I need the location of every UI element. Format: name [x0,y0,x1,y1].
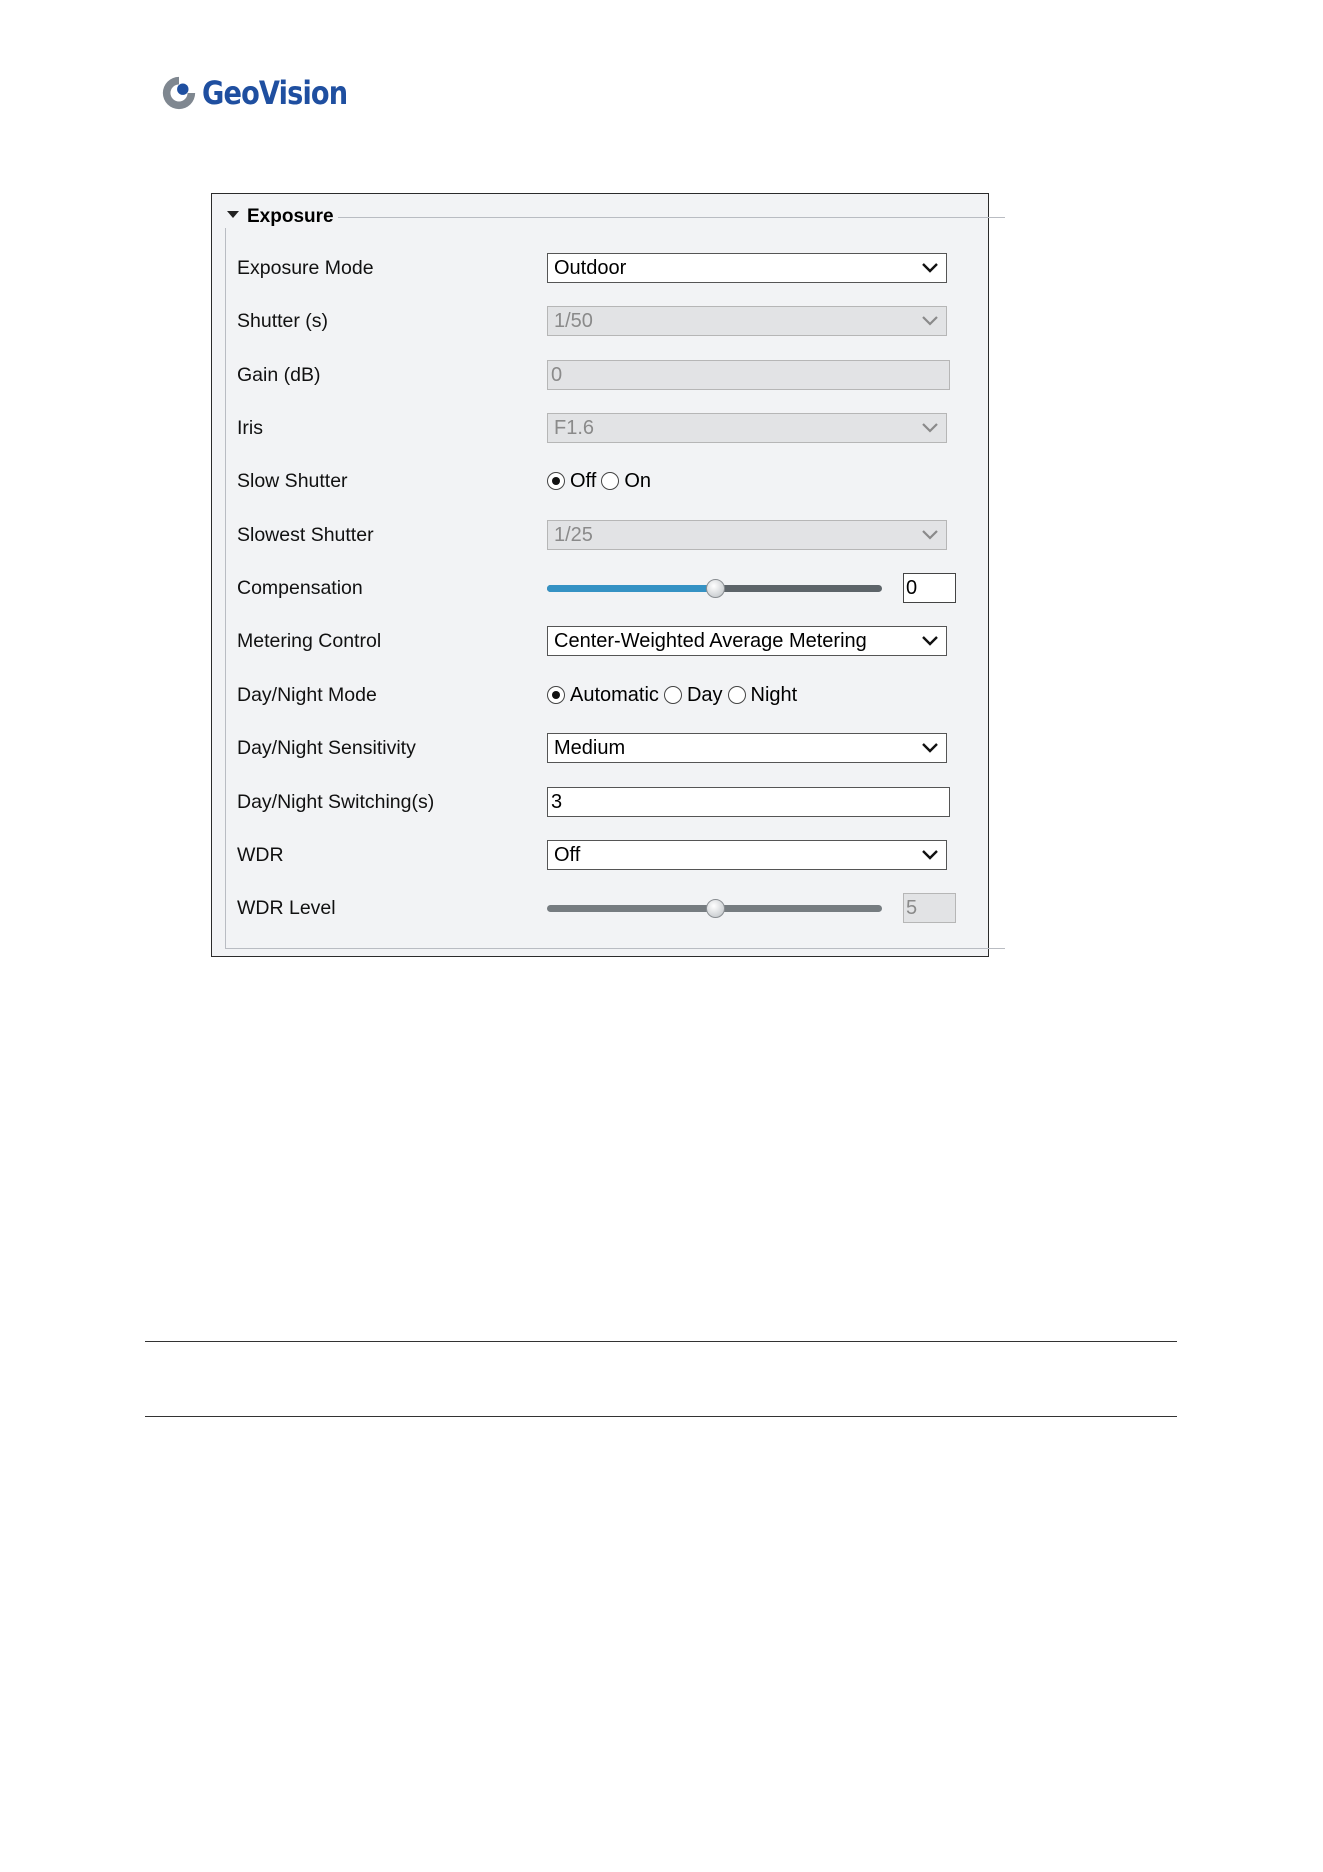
compensation-slider[interactable] [547,579,882,598]
slowest-shutter-value: 1/25 [554,524,593,546]
wdr-level-row: WDR Level 5 [237,893,977,925]
day-night-automatic-radio[interactable] [547,686,565,704]
iris-select: F1.6 [547,413,947,443]
wdr-level-label: WDR Level [237,897,336,919]
chevron-down-icon [922,530,938,540]
day-night-day-label[interactable]: Day [687,684,723,707]
day-night-mode-label: Day/Night Mode [237,684,377,706]
shutter-row: Shutter (s) 1/50 [237,306,977,338]
wdr-value: Off [554,844,581,866]
gain-input: 0 [547,360,950,390]
footer-divider-bottom [145,1416,1177,1417]
chevron-down-icon [922,636,938,646]
gain-label: Gain (dB) [237,364,321,386]
wdr-select[interactable]: Off [547,840,947,870]
exposure-mode-select[interactable]: Outdoor [547,253,947,283]
shutter-value: 1/50 [554,310,593,332]
slowest-shutter-label: Slowest Shutter [237,524,374,546]
wdr-row: WDR Off [237,840,977,872]
brand-name: GeoVision [202,74,348,112]
day-night-sensitivity-row: Day/Night Sensitivity Medium [237,733,977,765]
compensation-slider-thumb[interactable] [705,579,725,598]
metering-control-value: Center-Weighted Average Metering [554,630,867,652]
caret-down-icon[interactable] [227,210,239,218]
slow-shutter-radio-group: Off On [547,466,656,496]
exposure-settings-panel: Exposure Exposure Mode Outdoor Shutter (… [211,193,1005,957]
wdr-level-input: 5 [903,893,956,923]
day-night-sensitivity-value: Medium [554,737,626,759]
day-night-night-label[interactable]: Night [751,684,798,707]
day-night-switching-input[interactable]: 3 [547,787,950,817]
day-night-night-radio[interactable] [727,686,746,704]
day-night-sensitivity-label: Day/Night Sensitivity [237,737,416,759]
day-night-switching-label: Day/Night Switching(s) [237,791,435,813]
day-night-mode-row: Day/Night Mode Automatic Day Night [237,680,977,712]
slowest-shutter-row: Slowest Shutter 1/25 [237,520,977,552]
shutter-label: Shutter (s) [237,310,329,332]
footer-divider-top [145,1341,1177,1342]
day-night-automatic-label[interactable]: Automatic [570,684,659,707]
exposure-section-header[interactable]: Exposure [225,206,338,228]
wdr-level-slider-thumb [705,899,725,918]
iris-row: Iris F1.6 [237,413,977,445]
geovision-logo: GeoVision [160,68,373,118]
iris-label: Iris [237,417,263,439]
compensation-row: Compensation 0 [237,573,977,605]
shutter-select: 1/50 [547,306,947,336]
chevron-down-icon [922,316,938,326]
metering-control-select[interactable]: Center-Weighted Average Metering [547,626,947,656]
day-night-day-radio[interactable] [663,686,682,704]
compensation-label: Compensation [237,577,363,599]
chevron-down-icon [922,423,938,433]
chevron-down-icon [922,850,938,860]
compensation-slider-fill [547,585,715,592]
slow-shutter-on-label[interactable]: On [624,470,651,493]
slow-shutter-label: Slow Shutter [237,470,348,492]
day-night-sensitivity-select[interactable]: Medium [547,733,947,763]
slow-shutter-row: Slow Shutter Off On [237,466,977,498]
wdr-level-control: 5 [547,893,967,923]
metering-control-label: Metering Control [237,630,382,652]
wdr-level-slider [547,899,882,918]
section-title: Exposure [247,206,334,227]
iris-value: F1.6 [554,417,595,439]
exposure-mode-value: Outdoor [554,257,627,279]
chevron-down-icon [922,263,938,273]
chevron-down-icon [922,743,938,753]
compensation-input[interactable]: 0 [903,573,956,603]
exposure-mode-label: Exposure Mode [237,257,374,279]
day-night-mode-radio-group: Automatic Day Night [547,680,802,710]
geovision-logo-icon [162,76,196,110]
compensation-control: 0 [547,573,967,603]
slowest-shutter-select: 1/25 [547,520,947,550]
slow-shutter-on-radio[interactable] [601,472,620,490]
gain-row: Gain (dB) 0 [237,360,977,392]
slow-shutter-off-label[interactable]: Off [570,470,596,493]
metering-control-row: Metering Control Center-Weighted Average… [237,626,977,658]
slow-shutter-off-radio[interactable] [547,472,565,490]
exposure-mode-row: Exposure Mode Outdoor [237,253,977,285]
day-night-switching-row: Day/Night Switching(s) 3 [237,787,977,819]
wdr-label: WDR [237,844,284,866]
